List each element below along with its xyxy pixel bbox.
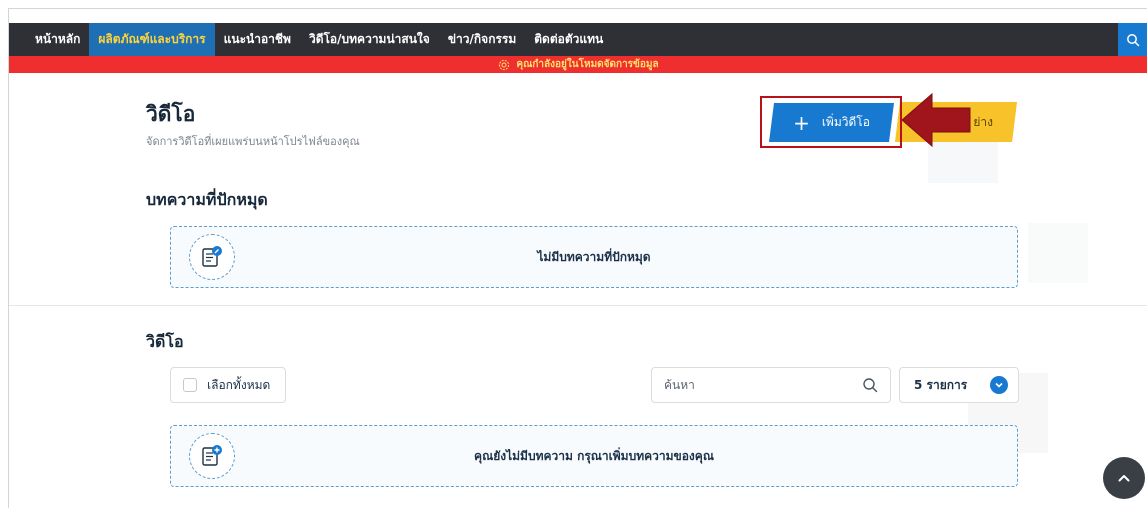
videos-empty-text: คุณยังไม่มีบทความ กรุณาเพิ่มบทความของคุณ — [474, 448, 714, 463]
plus-icon: + — [793, 110, 810, 135]
main-content: วิดีโอ จัดการวิดีโอที่เผยแพร่บนหน้าโปรไฟ… — [9, 73, 1147, 508]
add-article-icon — [189, 433, 235, 479]
search-icon — [1127, 33, 1140, 46]
videos-empty-state: คุณยังไม่มีบทความ กรุณาเพิ่มบทความของคุณ — [170, 425, 1018, 487]
gear-icon — [499, 59, 510, 70]
alert-text: คุณกำลังอยู่ในโหมดจัดการข้อมูล — [516, 59, 659, 70]
checkbox-icon — [183, 378, 197, 392]
search-input[interactable] — [664, 378, 862, 392]
pinned-empty-text: ไม่มีบทความที่ปักหมุด — [537, 249, 651, 264]
top-nav: หน้าหลัก ผลิตภัณฑ์และบริการ แนะนำอาชีพ ว… — [9, 23, 1147, 56]
chevron-down-icon — [990, 376, 1008, 394]
example-button-label: ย่าง — [973, 114, 993, 129]
video-search-field — [651, 367, 891, 403]
add-video-label: เพิ่มวิดีโอ — [821, 115, 870, 129]
nav-item-products-services[interactable]: ผลิตภัณฑ์และบริการ — [89, 23, 215, 56]
nav-item-news-activities[interactable]: ข่าว/กิจกรรม — [439, 23, 525, 56]
nav-item-home[interactable]: หน้าหลัก — [9, 23, 89, 56]
videos-section-title: วิดีโอ — [146, 332, 184, 351]
nav-item-career-guide[interactable]: แนะนำอาชีพ — [215, 23, 300, 56]
scroll-to-top-button[interactable] — [1103, 457, 1145, 499]
nav-item-videos-articles[interactable]: วิดีโอ/บทความน่าสนใจ — [300, 23, 439, 56]
select-all-label: เลือกทั้งหมด — [207, 377, 271, 392]
chevron-up-icon — [1118, 475, 1130, 482]
per-page-select[interactable]: 5 รายการ — [899, 367, 1019, 403]
browser-page: หน้าหลัก ผลิตภัณฑ์และบริการ แนะนำอาชีพ ว… — [8, 8, 1147, 508]
add-video-button[interactable]: + เพิ่มวิดีโอ — [769, 103, 894, 142]
pin-article-icon — [189, 234, 235, 280]
pinned-section-title: บทความที่ปักหมุด — [146, 190, 268, 209]
search-icon[interactable] — [862, 377, 878, 393]
page-title: วิดีโอ — [146, 102, 196, 126]
per-page-value: 5 รายการ — [914, 377, 968, 392]
nav-search-button[interactable] — [1118, 23, 1147, 56]
nav-item-contact-agent[interactable]: ติดต่อตัวแทน — [525, 23, 612, 56]
section-divider — [9, 305, 1147, 306]
select-all-checkbox[interactable]: เลือกทั้งหมด — [170, 367, 286, 403]
page-subtitle: จัดการวิดีโอที่เผยแพร่บนหน้าโปรไฟล์ของคุ… — [146, 135, 360, 148]
pinned-empty-state: ไม่มีบทความที่ปักหมุด — [170, 226, 1018, 288]
manage-mode-alert: คุณกำลังอยู่ในโหมดจัดการข้อมูล — [9, 56, 1147, 73]
pointer-arrow-icon — [902, 92, 971, 148]
